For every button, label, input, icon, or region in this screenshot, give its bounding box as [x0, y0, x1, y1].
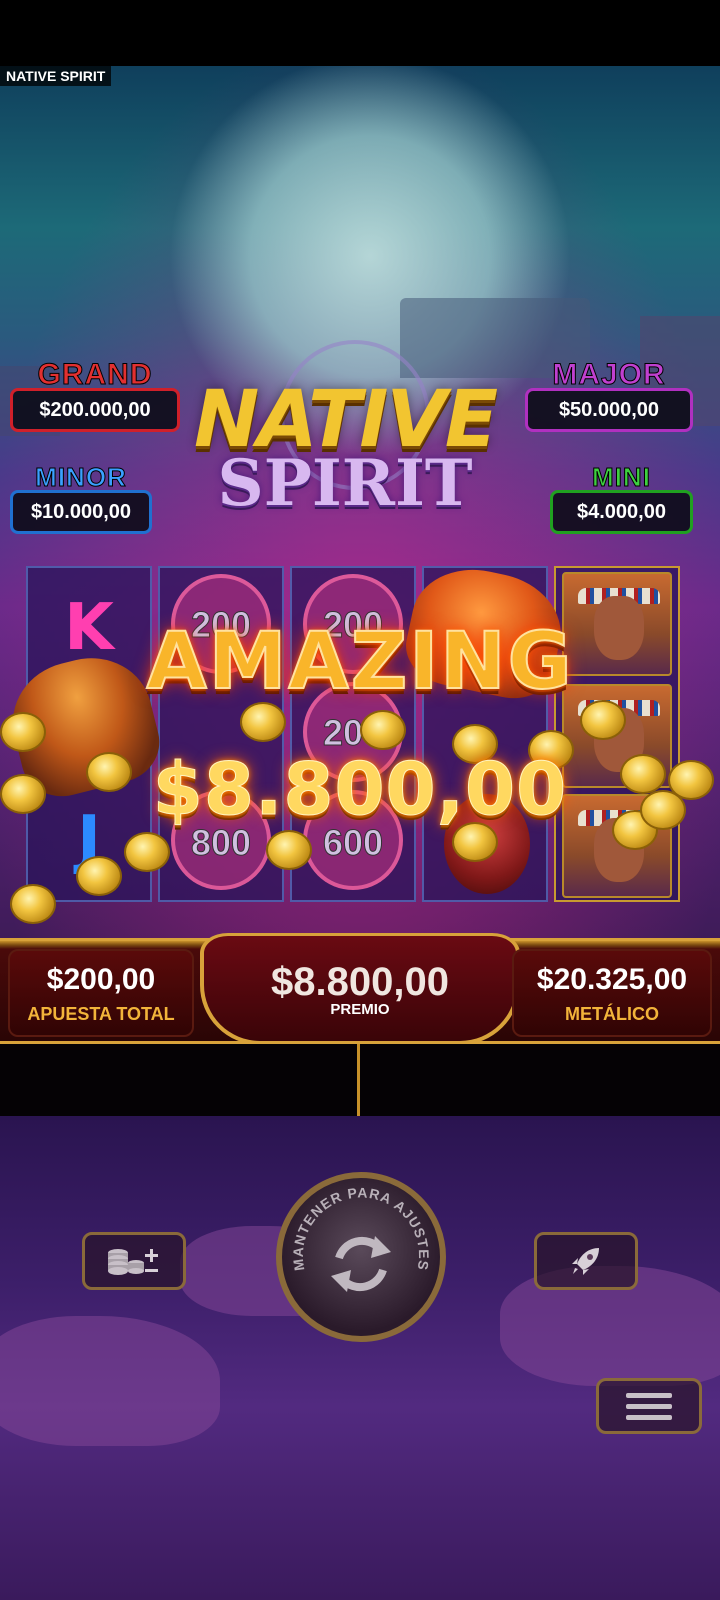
- win-amount: $8.800,00: [152, 747, 568, 832]
- prize-label: PREMIO: [330, 1001, 390, 1018]
- coin-icon: [620, 754, 666, 794]
- total-bet-label: APUESTA TOTAL: [27, 1004, 175, 1024]
- bet-settings-button[interactable]: [82, 1232, 186, 1290]
- coin-icon: [10, 884, 56, 924]
- coin-icon: [240, 702, 286, 742]
- jackpot-grand: GRAND $200.000,00: [10, 358, 180, 432]
- menu-button[interactable]: [596, 1378, 702, 1434]
- balance-label: METÁLICO: [565, 1004, 659, 1024]
- coin-icon: [86, 752, 132, 792]
- hamburger-menu-icon: [626, 1393, 672, 1420]
- win-title: AMAZING: [145, 616, 574, 708]
- coin-icon: [76, 856, 122, 896]
- jackpot-grand-label: GRAND: [37, 358, 153, 391]
- jackpot-mini-label: MINI: [592, 462, 651, 493]
- balance-panel: $20.325,00 METÁLICO: [512, 949, 712, 1037]
- logo-spirit-text: SPIRIT: [217, 446, 473, 521]
- spin-hold-label: MANTENER PARA AJUSTES: [290, 1184, 431, 1272]
- jackpot-major-label: MAJOR: [552, 358, 666, 391]
- jackpot-mini-value: $4.000,00: [550, 490, 693, 534]
- game-logo: NATIVE SPIRIT: [180, 380, 510, 516]
- coin-icon: [124, 832, 170, 872]
- coin-icon: [640, 790, 686, 830]
- coin-icon: [0, 712, 46, 752]
- game-title-tab: NATIVE SPIRIT: [0, 66, 112, 86]
- prize-panel: $8.800,00 PREMIO: [200, 933, 520, 1045]
- spin-button[interactable]: MANTENER PARA AJUSTES: [276, 1172, 446, 1342]
- coin-icon: [0, 774, 46, 814]
- jackpot-minor: MINOR $10.000,00: [10, 462, 152, 534]
- rock-decoration: [0, 1316, 220, 1446]
- center-divider: [357, 1044, 360, 1116]
- total-bet-value: $200,00: [46, 963, 156, 996]
- jackpot-major: MAJOR $50.000,00: [525, 358, 693, 432]
- status-bar: [0, 0, 720, 66]
- jackpot-mini: MINI $4.000,00: [550, 462, 693, 534]
- jackpot-minor-value: $10.000,00: [10, 490, 152, 534]
- spin-arc-text: MANTENER PARA AJUSTES: [290, 1184, 432, 1292]
- svg-text:MANTENER PARA AJUSTES: MANTENER PARA AJUSTES: [290, 1184, 432, 1272]
- jackpot-major-value: $50.000,00: [525, 388, 693, 432]
- coin-icon: [266, 830, 312, 870]
- balance-value: $20.325,00: [536, 963, 688, 996]
- coins-plus-minus-icon: [108, 1249, 158, 1275]
- rocket-icon: [572, 1248, 599, 1275]
- jackpot-minor-label: MINOR: [35, 462, 127, 493]
- separator-bar: [0, 1044, 720, 1116]
- hud-bar: $200,00 APUESTA TOTAL $8.800,00 PREMIO $…: [0, 933, 720, 1045]
- refresh-icon: [331, 1236, 391, 1292]
- total-bet-panel: $200,00 APUESTA TOTAL: [8, 949, 194, 1037]
- turbo-button[interactable]: [534, 1232, 638, 1290]
- jackpot-grand-value: $200.000,00: [10, 388, 180, 432]
